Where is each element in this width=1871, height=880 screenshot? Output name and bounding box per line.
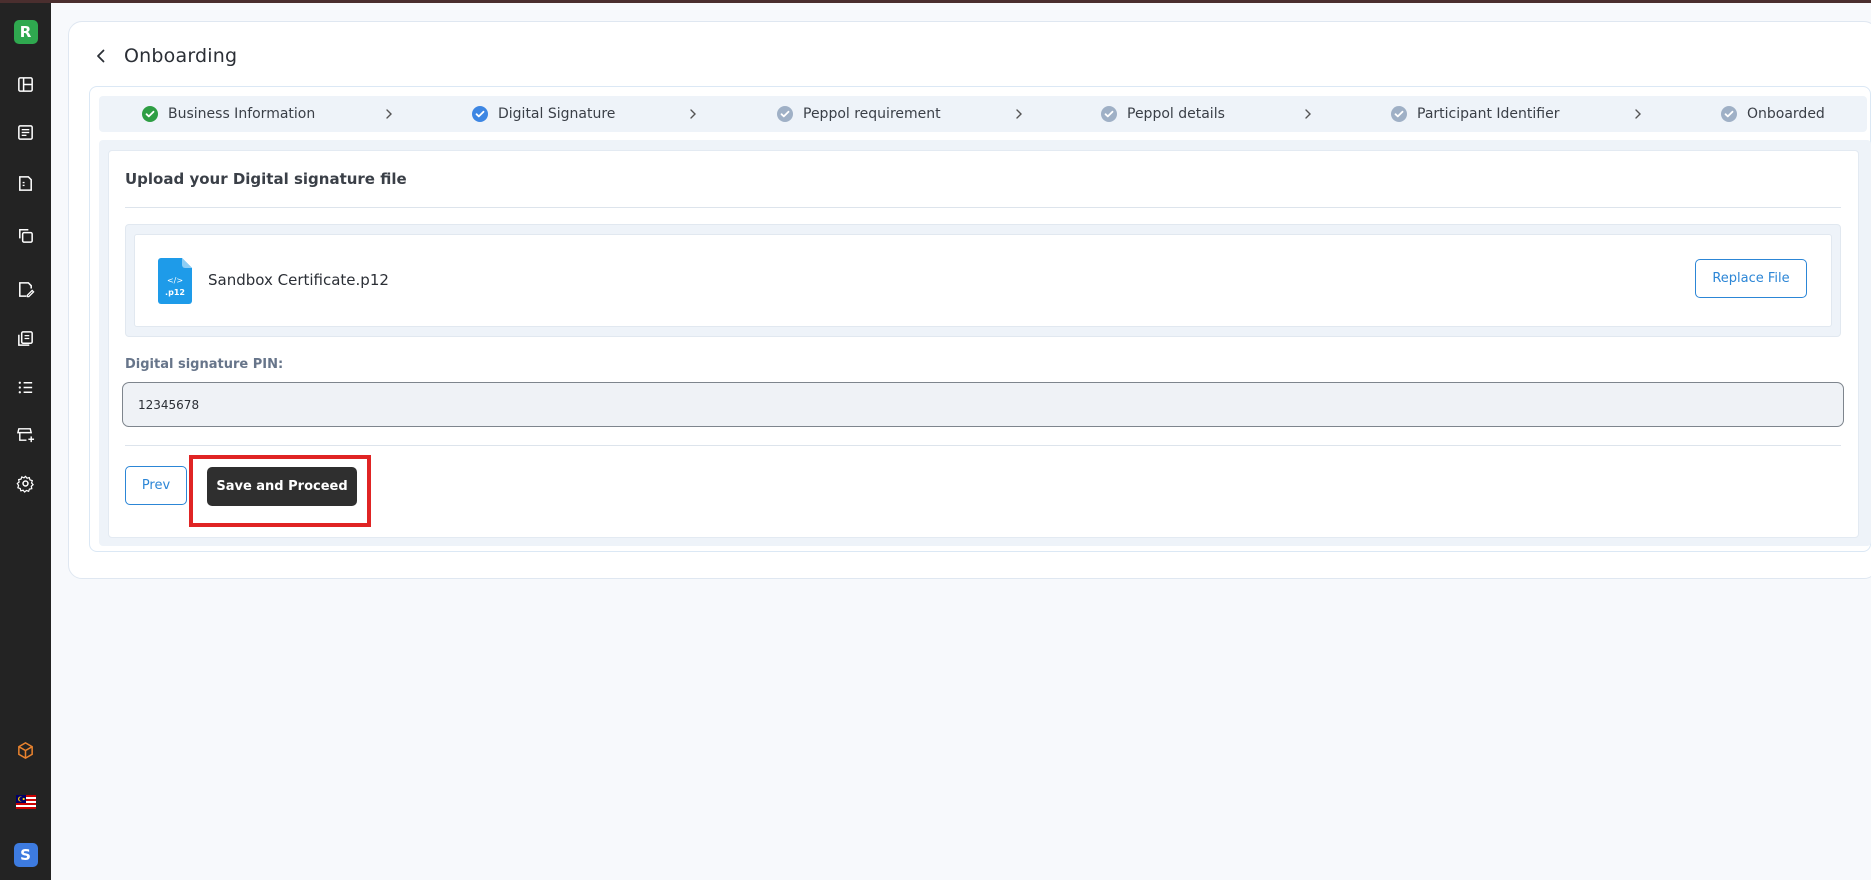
package-icon	[18, 741, 33, 759]
save-and-proceed-button[interactable]: Save and Proceed	[207, 467, 357, 506]
file-badge-code: </>	[167, 276, 183, 285]
app-logo: R	[13, 20, 38, 44]
step-business-information[interactable]: Business Information	[142, 96, 315, 132]
check-circle-icon	[142, 106, 158, 122]
chevron-right-icon	[1012, 106, 1026, 122]
sidebar-item-store[interactable]	[0, 418, 51, 450]
step-peppol-requirement[interactable]: Peppol requirement	[777, 96, 941, 132]
chevron-right-icon	[1301, 106, 1315, 122]
prev-button[interactable]: Prev	[125, 466, 187, 505]
sidebar: R S	[0, 0, 51, 880]
step-label: Business Information	[168, 106, 316, 122]
section-title: Upload your Digital signature file	[125, 170, 407, 188]
sidebar-item-list[interactable]	[0, 371, 51, 403]
step-label: Onboarded	[1747, 106, 1825, 122]
list-icon	[18, 381, 33, 393]
page-header: Onboarding	[92, 40, 237, 72]
sidebar-item-receipts[interactable]	[0, 167, 51, 199]
check-circle-icon	[1391, 106, 1407, 122]
file-badge-ext: .p12	[165, 288, 185, 297]
step-label: Participant Identifier	[1417, 106, 1560, 122]
sidebar-item-profile[interactable]: S	[0, 839, 51, 871]
invoice-list-icon	[18, 124, 33, 140]
check-circle-icon	[1101, 106, 1117, 122]
step-label: Digital Signature	[498, 106, 616, 122]
step-digital-signature[interactable]: Digital Signature	[472, 96, 615, 132]
step-participant-identifier[interactable]: Participant Identifier	[1391, 96, 1559, 132]
step-label: Peppol details	[1127, 106, 1225, 122]
onboarding-stepper: Business Information Digital Signature P…	[99, 96, 1867, 132]
replace-file-button[interactable]: Replace File	[1695, 259, 1807, 298]
settings-icon	[16, 474, 34, 493]
sidebar-item-language[interactable]	[0, 786, 51, 818]
pin-label: Digital signature PIN:	[125, 357, 284, 372]
sidebar-item-documents[interactable]	[0, 219, 51, 251]
reports-icon	[18, 330, 33, 346]
file-name: Sandbox Certificate.p12	[208, 271, 389, 289]
store-add-icon	[16, 427, 35, 442]
divider	[125, 207, 1841, 208]
chevron-right-icon	[1631, 106, 1645, 122]
step-peppol-details[interactable]: Peppol details	[1101, 96, 1225, 132]
divider	[125, 445, 1841, 446]
chevron-right-icon	[382, 106, 396, 122]
sidebar-item-edit[interactable]	[0, 273, 51, 305]
sidebar-item-dashboard[interactable]	[0, 68, 51, 100]
chevron-right-icon	[686, 106, 700, 122]
copy-documents-icon	[19, 228, 33, 243]
malaysia-flag-icon	[15, 795, 36, 809]
back-arrow-icon[interactable]	[92, 47, 110, 65]
check-circle-icon	[472, 106, 488, 122]
step-label: Peppol requirement	[803, 106, 941, 122]
dashboard-icon	[18, 76, 33, 92]
page-title: Onboarding	[124, 45, 238, 67]
workspace-avatar: S	[13, 843, 38, 867]
sidebar-logo[interactable]: R	[0, 16, 51, 48]
sidebar-item-invoices[interactable]	[0, 116, 51, 148]
check-circle-icon	[777, 106, 793, 122]
step-onboarded[interactable]: Onboarded	[1721, 96, 1825, 132]
digital-signature-pin-input[interactable]	[122, 382, 1844, 427]
edit-document-icon	[19, 281, 35, 297]
sidebar-item-settings[interactable]	[0, 467, 51, 499]
sidebar-item-package[interactable]	[0, 734, 51, 766]
check-circle-icon	[1721, 106, 1737, 122]
receipt-icon	[19, 175, 32, 191]
window-top-border	[0, 0, 1871, 3]
sidebar-item-reports[interactable]	[0, 322, 51, 354]
p12-file-icon: </> .p12	[158, 258, 192, 304]
